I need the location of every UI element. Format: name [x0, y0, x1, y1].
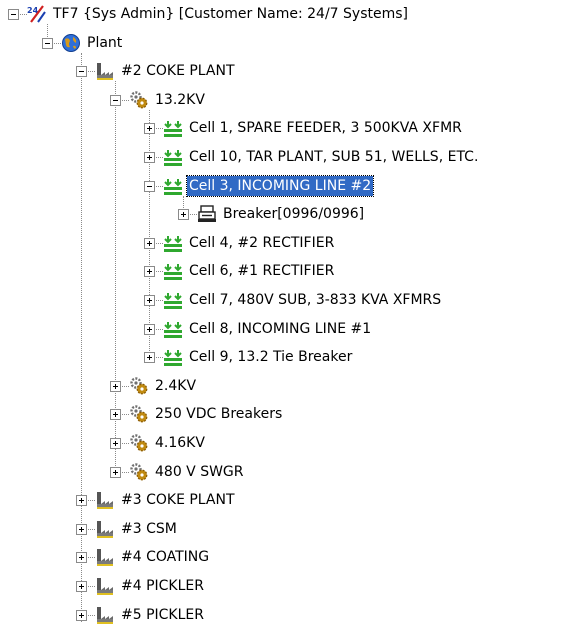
cell-icon [163, 319, 183, 339]
tree-connector [18, 14, 27, 15]
tree-node-cell-6-1-rectifier[interactable]: Cell 6, #1 RECTIFIER [187, 261, 336, 281]
tree-node-cell-9-13-2-tie-breaker[interactable]: Cell 9, 13.2 Tie Breaker [187, 347, 354, 367]
tree-node-4-pickler[interactable]: #4 PICKLER [119, 576, 206, 596]
tree-node-2-4kv[interactable]: 2.4KV [153, 376, 198, 396]
expand-toggle[interactable] [76, 581, 87, 592]
cell-icon [163, 290, 183, 310]
tree-guide-line [149, 109, 150, 358]
expand-toggle[interactable] [144, 295, 155, 306]
collapse-toggle[interactable] [76, 66, 87, 78]
expand-toggle[interactable] [76, 495, 87, 507]
gears-icon [129, 404, 149, 424]
tree-connector [120, 414, 129, 416]
expand-toggle[interactable] [76, 609, 87, 621]
expand-toggle[interactable] [144, 123, 155, 135]
tree-connector [120, 443, 129, 444]
cell-icon [163, 233, 183, 253]
factory-icon [95, 519, 115, 539]
expand-toggle[interactable] [178, 209, 189, 221]
tree-node-cell-8-incoming-line-1[interactable]: Cell 8, INCOMING LINE #1 [187, 319, 373, 339]
tree-connector [120, 471, 129, 473]
tree-node-480-v-swgr[interactable]: 480 V SWGR [153, 462, 246, 482]
tree-node-2-coke-plant[interactable]: #2 COKE PLANT [119, 61, 237, 81]
expand-toggle[interactable] [144, 352, 155, 364]
tree-connector [154, 300, 163, 301]
tree-node-3-csm[interactable]: #3 CSM [119, 519, 179, 539]
tree-node-cell-4-2-rectifier[interactable]: Cell 4, #2 RECTIFIER [187, 233, 336, 253]
tree-connector [154, 328, 163, 330]
expand-toggle[interactable] [76, 552, 87, 564]
tree-connector [120, 99, 129, 101]
tree-node-breaker-0996-0996[interactable]: Breaker[0996/0996] [221, 204, 366, 224]
tree-connector [154, 157, 163, 158]
cell-icon [163, 176, 183, 196]
expand-toggle[interactable] [144, 152, 155, 163]
tree-connector [154, 242, 163, 244]
tree-node-cell-10-tar-plant-sub-51-wells-etc[interactable]: Cell 10, TAR PLANT, SUB 51, WELLS, ETC. [187, 147, 480, 167]
tree-connector [52, 42, 61, 44]
tree-connector [86, 586, 95, 587]
gears-icon [129, 462, 149, 482]
cell-icon [163, 347, 183, 367]
collapse-toggle[interactable] [8, 9, 19, 20]
tree-connector [154, 128, 163, 130]
tree-connector [188, 214, 197, 216]
gears-icon [129, 90, 149, 110]
tree-connector [86, 500, 95, 502]
collapse-toggle[interactable] [110, 94, 121, 106]
cell-icon [163, 147, 183, 167]
collapse-toggle[interactable] [144, 180, 155, 192]
factory-icon [95, 490, 115, 510]
expand-toggle[interactable] [110, 466, 121, 478]
expand-toggle[interactable] [144, 323, 155, 335]
factory-icon [95, 576, 115, 596]
tree-connector [120, 385, 129, 387]
expand-toggle[interactable] [110, 380, 121, 392]
expand-toggle[interactable] [76, 523, 87, 535]
gears-icon [129, 433, 149, 453]
tf7-app-icon: 24 [27, 4, 47, 24]
tree-connector [154, 185, 163, 187]
tree-connector [154, 357, 163, 359]
tree-node-cell-1-spare-feeder-3-500kva-xfmr[interactable]: Cell 1, SPARE FEEDER, 3 500KVA XFMR [187, 118, 464, 138]
factory-icon [95, 61, 115, 81]
tree-connector [154, 271, 163, 273]
cell-icon [163, 118, 183, 138]
breaker-icon [197, 204, 217, 224]
expand-toggle[interactable] [144, 237, 155, 249]
tree-node-cell-3-incoming-line-2[interactable]: Cell 3, INCOMING LINE #2 [185, 174, 375, 197]
tree-connector [86, 557, 95, 559]
gears-icon [129, 376, 149, 396]
expand-toggle[interactable] [110, 438, 121, 449]
tree-node-4-16kv[interactable]: 4.16KV [153, 433, 207, 453]
tree-connector [86, 71, 95, 73]
tree-node-tf7-sys-admin-customer-name-24-7-systems[interactable]: TF7 {Sys Admin} [Customer Name: 24/7 Sys… [51, 4, 410, 24]
tree-node-250-vdc-breakers[interactable]: 250 VDC Breakers [153, 404, 284, 424]
globe-icon [61, 33, 81, 53]
tree-connector [86, 614, 95, 616]
expand-toggle[interactable] [110, 409, 121, 421]
collapse-toggle[interactable] [42, 37, 53, 49]
factory-icon [95, 547, 115, 567]
tree-node-13-2kv[interactable]: 13.2KV [153, 90, 207, 110]
tree-node-4-coating[interactable]: #4 COATING [119, 547, 211, 567]
tree-connector [86, 528, 95, 530]
tree-node-3-coke-plant[interactable]: #3 COKE PLANT [119, 490, 237, 510]
tree-node-plant[interactable]: Plant [85, 33, 124, 53]
tree-view[interactable]: 24 TF7 {Sys Admin} [Customer Name: 24/7 S… [0, 0, 565, 624]
tree-node-cell-7-480v-sub-3-833-kva-xfmrs[interactable]: Cell 7, 480V SUB, 3-833 KVA XFMRS [187, 290, 443, 310]
cell-icon [163, 261, 183, 281]
expand-toggle[interactable] [144, 266, 155, 278]
